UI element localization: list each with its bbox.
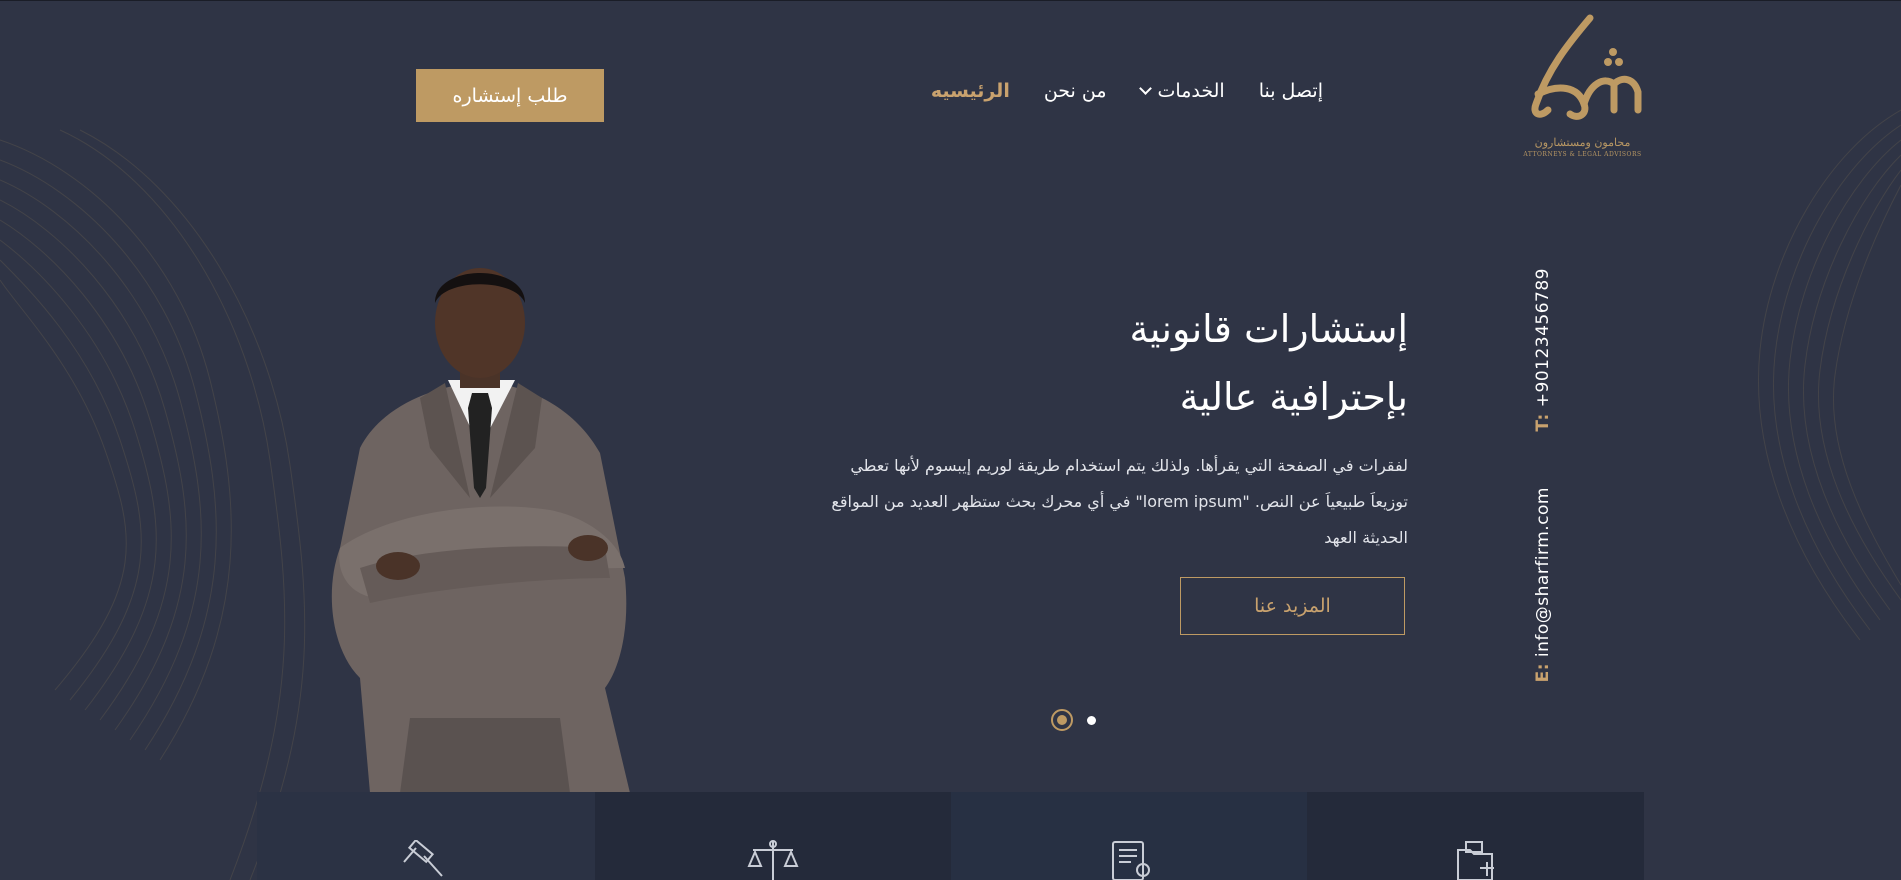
hero-description: لفقرات في الصفحة التي يقرأها. ولذلك يتم … <box>728 448 1408 556</box>
hero-desc-line2: توزيعاَ طبيعياَ عن النص. "lorem ipsum" ف… <box>831 492 1408 511</box>
feature-card-3[interactable] <box>951 792 1307 880</box>
brand-logo[interactable]: محامون ومستشارون ATTORNEYS & LEGAL ADVIS… <box>1515 14 1650 179</box>
hero-desc-line1: لفقرات في الصفحة التي يقرأها. ولذلك يتم … <box>850 456 1408 475</box>
features-strip <box>257 792 1644 880</box>
feature-card-1[interactable] <box>257 792 595 880</box>
request-consultation-button[interactable]: طلب إستشاره <box>416 69 604 122</box>
nav-home[interactable]: الرئيسيه <box>931 80 1010 102</box>
email-label: E: <box>1533 663 1553 683</box>
email-value: info@sharfirm.com <box>1533 487 1553 658</box>
document-certificate-icon <box>1112 841 1150 880</box>
nav-about[interactable]: من نحن <box>1044 80 1107 102</box>
phone-value: +9012345678​9 <box>1533 268 1553 408</box>
scales-icon <box>747 840 799 880</box>
slider-dot-1[interactable] <box>1051 709 1073 731</box>
nav-about-label: من نحن <box>1043 80 1107 102</box>
hero-title-line1: إستشارات قانونية <box>1129 307 1408 351</box>
nav-services-label: الخدمات <box>1157 80 1225 102</box>
contact-email[interactable]: E: info@sharfirm.com <box>1533 487 1553 682</box>
contact-phone[interactable]: T: +9012345678​9 <box>1533 268 1553 432</box>
more-about-us-button[interactable]: المزيد عنا <box>1180 577 1405 635</box>
hero-title-line2: بإحترافية عالية <box>1179 375 1408 419</box>
feature-card-2[interactable] <box>595 792 951 880</box>
gavel-icon <box>403 840 443 877</box>
nav-contact-label: إتصل بنا <box>1258 80 1323 102</box>
hero-title: إستشارات قانونية بإحترافية عالية <box>808 295 1408 431</box>
logo-english-text: ATTORNEYS & LEGAL ADVISORS <box>1523 151 1642 158</box>
feature-card-4[interactable] <box>1307 792 1644 880</box>
lawyer-photo <box>331 268 630 793</box>
nav-contact[interactable]: إتصل بنا <box>1259 80 1323 102</box>
hero-desc-line3: الحديثة العهد <box>1324 528 1408 547</box>
legal-folder-icon <box>1456 841 1494 880</box>
nav-services[interactable]: الخدمات <box>1138 80 1225 102</box>
phone-label: T: <box>1533 413 1553 432</box>
slider-dot-2[interactable] <box>1087 715 1096 725</box>
nav-home-label: الرئيسيه <box>930 80 1010 102</box>
logo-mark-icon <box>1531 14 1641 120</box>
main-nav: الرئيسيه من نحن الخدمات إتصل بنا <box>931 80 1323 102</box>
chevron-down-icon <box>1138 81 1152 95</box>
slider-dots <box>1051 709 1096 731</box>
logo-arabic-text: محامون ومستشارون <box>1534 136 1631 149</box>
